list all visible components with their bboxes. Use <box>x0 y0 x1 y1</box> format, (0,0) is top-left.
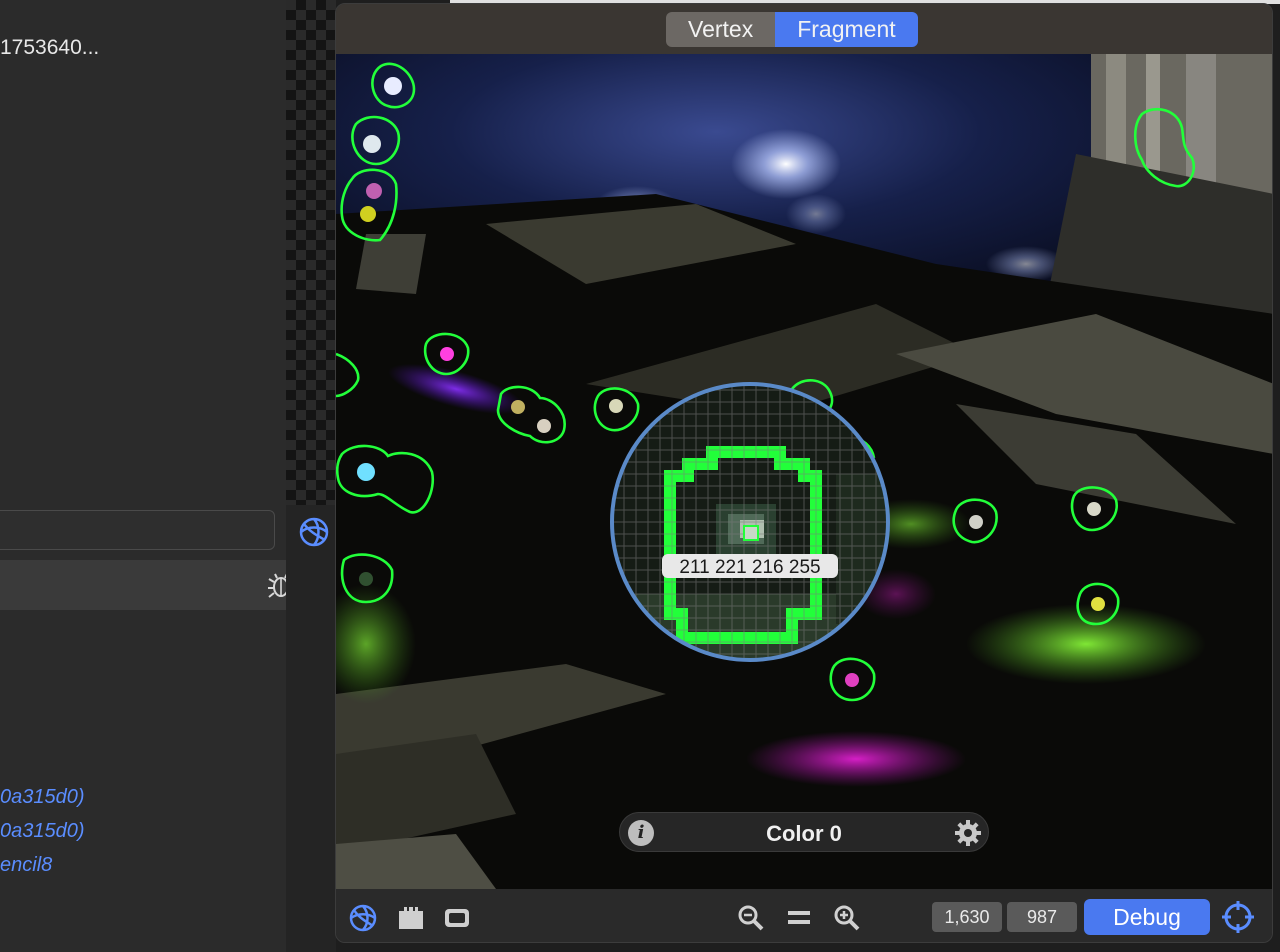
tab-fragment[interactable]: Fragment <box>775 12 918 47</box>
resource-link-2[interactable]: 0a315d0) <box>0 820 85 843</box>
attachment-selector[interactable]: i Color 0 <box>619 812 989 852</box>
gear-icon[interactable] <box>954 819 982 847</box>
resource-link-1[interactable]: 0a315d0) <box>0 786 85 809</box>
pixel-value-readout: 211 221 216 255 <box>679 557 820 578</box>
tab-vertex[interactable]: Vertex <box>666 12 776 47</box>
render-target-image[interactable]: 211 221 216 255 <box>336 54 1272 889</box>
shader-stage-selector[interactable]: Vertex Fragment <box>666 12 918 47</box>
castle-icon[interactable] <box>396 903 426 933</box>
transparency-checker <box>286 0 336 505</box>
frame-icon[interactable] <box>442 903 472 933</box>
viewer-header: Vertex Fragment <box>336 4 1272 54</box>
shader-icon[interactable] <box>348 903 378 933</box>
crosshair-icon[interactable] <box>1220 899 1256 935</box>
navigator-item-label[interactable]: 1753640... <box>0 36 99 60</box>
scene-render: 211 221 216 255 <box>336 54 1272 889</box>
left-sidebar: 1753640... 0a315d0) 0a315d0) encil8 <box>0 0 286 952</box>
resource-link-3[interactable]: encil8 <box>0 854 52 877</box>
filter-field[interactable] <box>0 510 275 550</box>
zoom-actual-icon[interactable] <box>784 903 814 933</box>
shader-icon[interactable] <box>298 516 330 548</box>
attachment-label: Color 0 <box>766 821 842 846</box>
zoom-in-icon[interactable] <box>832 903 862 933</box>
zoom-out-icon[interactable] <box>736 903 766 933</box>
viewer-toolbar: 1,630 987 Debug <box>336 889 1272 942</box>
texture-viewer: Vertex Fragment 211 221 216 255 i Color … <box>335 3 1273 943</box>
divider-strip <box>286 505 336 952</box>
height-field[interactable]: 987 <box>1007 902 1077 932</box>
debug-button[interactable]: Debug <box>1084 899 1210 935</box>
width-field[interactable]: 1,630 <box>932 902 1002 932</box>
